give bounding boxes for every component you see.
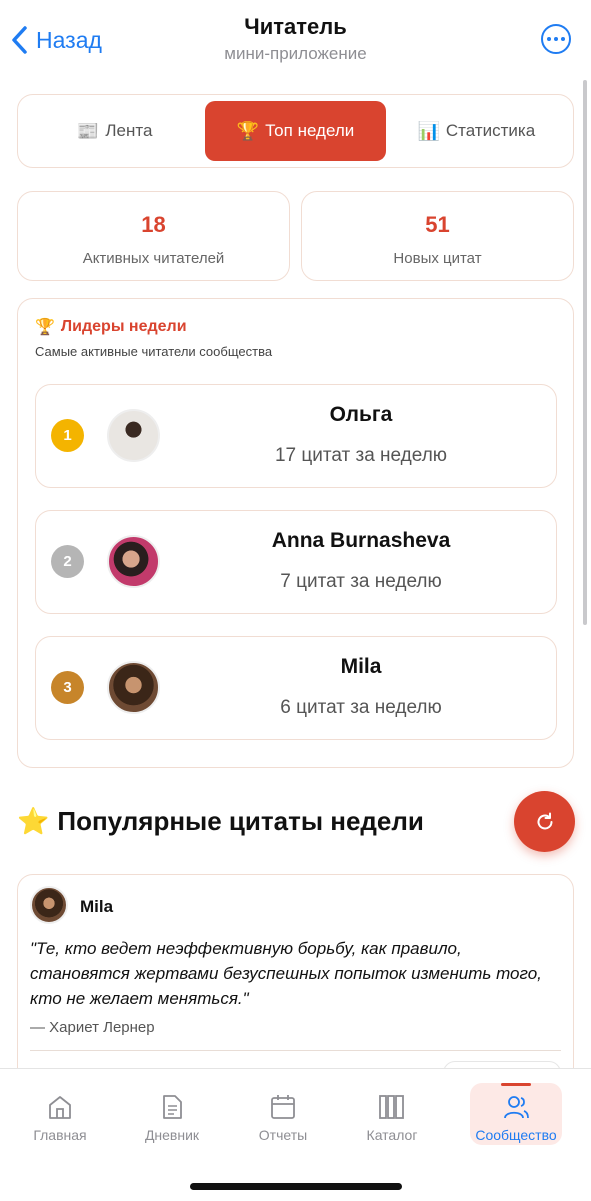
star-icon: ⭐: [17, 806, 50, 836]
stat-label: Новых цитат: [393, 250, 482, 267]
avatar: [107, 535, 160, 588]
quote-text: "Те, кто ведет неэффективную борьбу, как…: [30, 939, 542, 1008]
more-dot-icon: [554, 37, 558, 41]
leader-name: Anna Burnasheva: [271, 529, 451, 552]
leader-row[interactable]: 2 Anna Burnasheva 7 цитат за неделю: [35, 510, 557, 614]
bottom-nav: Главная Дневник Отчеты Каталог Сообществ…: [0, 1068, 591, 1201]
rank-badge: 3: [51, 671, 84, 704]
title-block: Читатель мини-приложение: [0, 14, 591, 64]
leader-count: 17 цитат за неделю: [274, 445, 448, 466]
leaders-title: 🏆 Лидеры недели: [35, 317, 187, 337]
home-indicator: [190, 1183, 402, 1190]
document-icon: [163, 1095, 182, 1119]
active-marker: [501, 1083, 531, 1086]
leader-name: Ольга: [329, 403, 393, 426]
people-icon: [504, 1096, 529, 1119]
refresh-icon: [537, 812, 552, 829]
nav-label: Отчеты: [258, 1127, 308, 1143]
avatar: [107, 661, 160, 714]
nav-diary[interactable]: Дневник: [122, 1083, 222, 1145]
tab-bar: 📰 Лента 🏆 Топ недели 📊 Статистика: [17, 94, 574, 168]
scrollbar[interactable]: [583, 80, 587, 625]
tab-label: Топ недели: [265, 121, 355, 140]
rank-badge: 1: [51, 419, 84, 452]
quote-author: Mila: [80, 897, 114, 916]
nav-label: Каталог: [366, 1127, 418, 1143]
popular-title-text: Популярные цитаты недели: [57, 806, 424, 836]
nav-label: Главная: [33, 1127, 87, 1143]
nav-catalog[interactable]: Каталог: [342, 1083, 442, 1145]
more-options-button[interactable]: [541, 24, 571, 54]
leader-name: Mila: [340, 655, 382, 678]
leaders-card: 🏆 Лидеры недели Самые активные читатели …: [17, 298, 574, 768]
divider: [30, 1050, 561, 1051]
leaders-title-text: Лидеры недели: [60, 318, 187, 335]
nav-label: Сообщество: [475, 1127, 557, 1143]
stat-new-quotes: 51 Новых цитат: [301, 191, 574, 281]
popular-title: ⭐ Популярные цитаты недели: [17, 806, 424, 837]
newspaper-icon: 📰: [76, 120, 100, 141]
avatar: [107, 409, 160, 462]
refresh-button[interactable]: [514, 791, 575, 852]
tab-feed[interactable]: 📰 Лента: [24, 101, 205, 161]
calendar-icon: [271, 1095, 295, 1119]
nav-community[interactable]: Сообщество: [470, 1083, 562, 1145]
more-dot-icon: [547, 37, 551, 41]
quote-source: — Хариет Лернер: [30, 1019, 155, 1036]
leader-count: 7 цитат за неделю: [280, 571, 442, 592]
stat-value: 51: [425, 212, 450, 237]
rank-badge: 2: [51, 545, 84, 578]
tab-top-week[interactable]: 🏆 Топ недели: [205, 101, 386, 161]
tab-label: Статистика: [445, 121, 536, 140]
header-bar: Назад Читатель мини-приложение: [0, 0, 591, 80]
stat-value: 18: [141, 212, 166, 237]
books-icon: [379, 1095, 404, 1119]
nav-label: Дневник: [144, 1127, 200, 1143]
home-icon: [49, 1096, 71, 1119]
avatar: [30, 886, 68, 924]
stat-label: Активных читателей: [82, 250, 225, 267]
tab-statistics[interactable]: 📊 Статистика: [386, 101, 567, 161]
app-subtitle: мини-приложение: [224, 44, 367, 63]
stat-active-readers: 18 Активных читателей: [17, 191, 290, 281]
nav-home[interactable]: Главная: [10, 1083, 110, 1145]
leaders-subtitle: Самые активные читатели сообщества: [35, 344, 273, 359]
leader-count: 6 цитат за неделю: [280, 697, 442, 718]
trophy-icon: 🏆: [35, 319, 55, 336]
leader-row[interactable]: 3 Mila 6 цитат за неделю: [35, 636, 557, 740]
chart-icon: 📊: [417, 120, 440, 141]
more-dot-icon: [561, 37, 565, 41]
nav-reports[interactable]: Отчеты: [233, 1083, 333, 1145]
app-title: Читатель: [244, 14, 347, 39]
tab-label: Лента: [105, 121, 153, 140]
trophy-icon: 🏆: [236, 120, 260, 141]
leader-row[interactable]: 1 Ольга 17 цитат за неделю: [35, 384, 557, 488]
